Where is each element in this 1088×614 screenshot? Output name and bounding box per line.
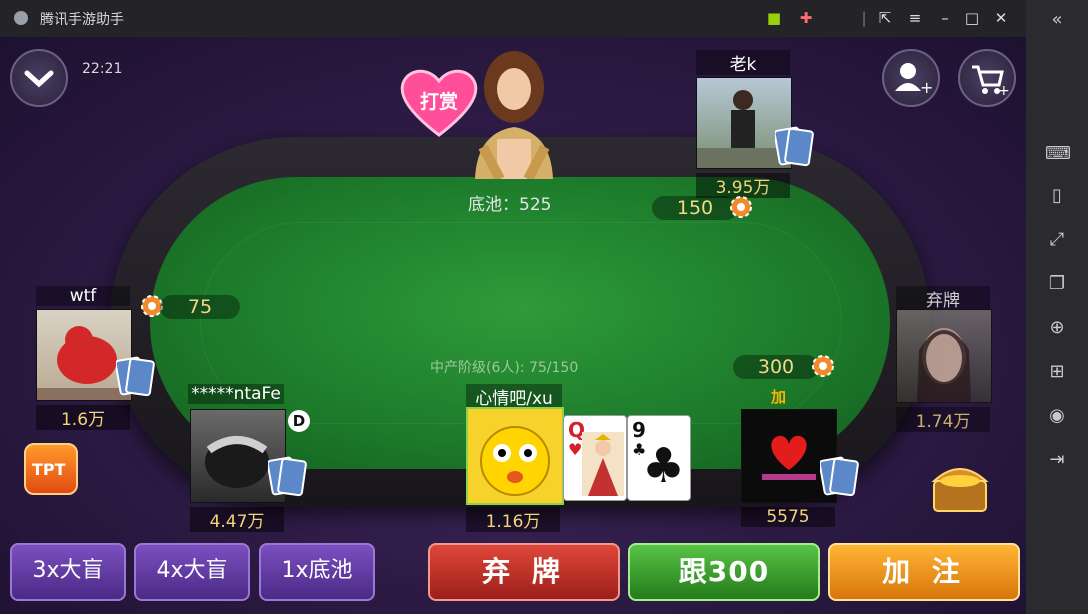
emulator-sidebar: « ⌨ ▯ ⤢ ❐ ⊕ ⊞ ◉ ⇥: [1026, 0, 1088, 614]
clock: 22:21: [82, 61, 123, 77]
multi-window-icon[interactable]: ❐: [1045, 272, 1069, 296]
hole-cards-back: [820, 456, 859, 497]
exit-icon[interactable]: ⇥: [1045, 448, 1069, 472]
hole-card-1: Q ♥: [563, 415, 627, 501]
bet-4x-blind-button[interactable]: 4x大盲: [134, 543, 250, 601]
chevron-down-icon: [24, 70, 54, 88]
add-friend-button[interactable]: +: [882, 49, 940, 107]
table-level: 中产阶级(6人): 75/150: [430, 360, 579, 376]
player-chips: 1.6万: [36, 405, 130, 430]
fullscreen-icon[interactable]: ⤢: [1045, 228, 1069, 252]
bet-1x-pot-button[interactable]: 1x底池: [259, 543, 375, 601]
locate-icon[interactable]: ⊕: [1045, 316, 1069, 340]
player-avatar: [896, 309, 992, 403]
raise-button[interactable]: 加 注: [828, 543, 1020, 601]
shake-icon[interactable]: ▯: [1045, 184, 1069, 208]
tencent-assistant-icon: [14, 11, 28, 25]
chip-icon: [730, 196, 752, 218]
player-name: 老k: [696, 50, 790, 75]
title-bar: 腾讯手游助手 ■ ✚ | ⇱ ≡ – □ ✕: [0, 0, 1026, 37]
call-button[interactable]: 跟300: [628, 543, 820, 601]
pot-amount: 底池：525: [468, 195, 552, 215]
chip-icon: [812, 355, 834, 377]
fold-button[interactable]: 弃 牌: [428, 543, 620, 601]
queen-figure-icon: [582, 432, 624, 496]
hole-cards-back: [116, 356, 155, 397]
collapse-sidebar-icon[interactable]: «: [1045, 8, 1069, 32]
svg-text:TPT: TPT: [32, 460, 66, 479]
screenshot-icon[interactable]: ⊞: [1045, 360, 1069, 384]
card-suit: ♥: [568, 440, 583, 459]
window-title: 腾讯手游助手: [40, 12, 124, 28]
player-top-bet: 150: [652, 196, 738, 220]
player-chips: 1.16万: [466, 507, 560, 532]
add-user-icon: +: [895, 63, 933, 97]
player-avatar: [466, 407, 564, 505]
svg-text:+: +: [920, 78, 933, 97]
tpt-event-icon[interactable]: TPT: [24, 443, 78, 495]
tip-dealer-button[interactable]: 打赏: [396, 65, 482, 137]
close-icon[interactable]: ✕: [992, 9, 1010, 27]
dealer-button-marker: D: [288, 410, 310, 432]
player-chips: 1.74万: [896, 407, 990, 432]
collapse-button[interactable]: [10, 49, 68, 107]
player-chips: 3.95万: [696, 173, 790, 198]
player-status: 弃牌: [896, 286, 990, 311]
game-canvas: 22:21 + + 打赏 底池：525 中产阶级(6人): 75/150 老k: [0, 37, 1026, 614]
shop-button[interactable]: +: [958, 49, 1016, 107]
popout-icon[interactable]: ⇱: [876, 9, 894, 27]
svg-text:+: +: [998, 83, 1010, 99]
bet-3x-blind-button[interactable]: 3x大盲: [10, 543, 126, 601]
chip-icon[interactable]: ■: [765, 9, 783, 27]
hole-cards-back: [268, 456, 307, 497]
gift-icon[interactable]: ✚: [797, 9, 815, 27]
tip-label: 打赏: [419, 91, 458, 113]
maximize-icon[interactable]: □: [963, 9, 981, 27]
treasure-chest-icon[interactable]: [926, 451, 994, 519]
record-icon[interactable]: ◉: [1045, 404, 1069, 428]
hole-card-2: 9 ♣ ♣: [627, 415, 691, 501]
separator-icon: |: [861, 9, 867, 27]
player-right-bottom-bet: 300: [733, 355, 819, 379]
player-chips: 4.47万: [190, 507, 284, 532]
cart-icon: +: [972, 65, 1010, 99]
menu-icon[interactable]: ≡: [906, 9, 924, 27]
player-name: 心情吧/xu: [466, 384, 562, 409]
minimize-icon[interactable]: –: [936, 9, 954, 27]
card-suit-large: ♣: [642, 438, 686, 494]
hole-cards-back: [775, 126, 814, 167]
player-name: wtf: [36, 286, 130, 306]
player-chips: 5575: [741, 507, 835, 527]
player-left-bet: 75: [160, 295, 240, 319]
player-name: *****ntaFe: [188, 384, 284, 404]
keyboard-icon[interactable]: ⌨: [1045, 142, 1071, 166]
